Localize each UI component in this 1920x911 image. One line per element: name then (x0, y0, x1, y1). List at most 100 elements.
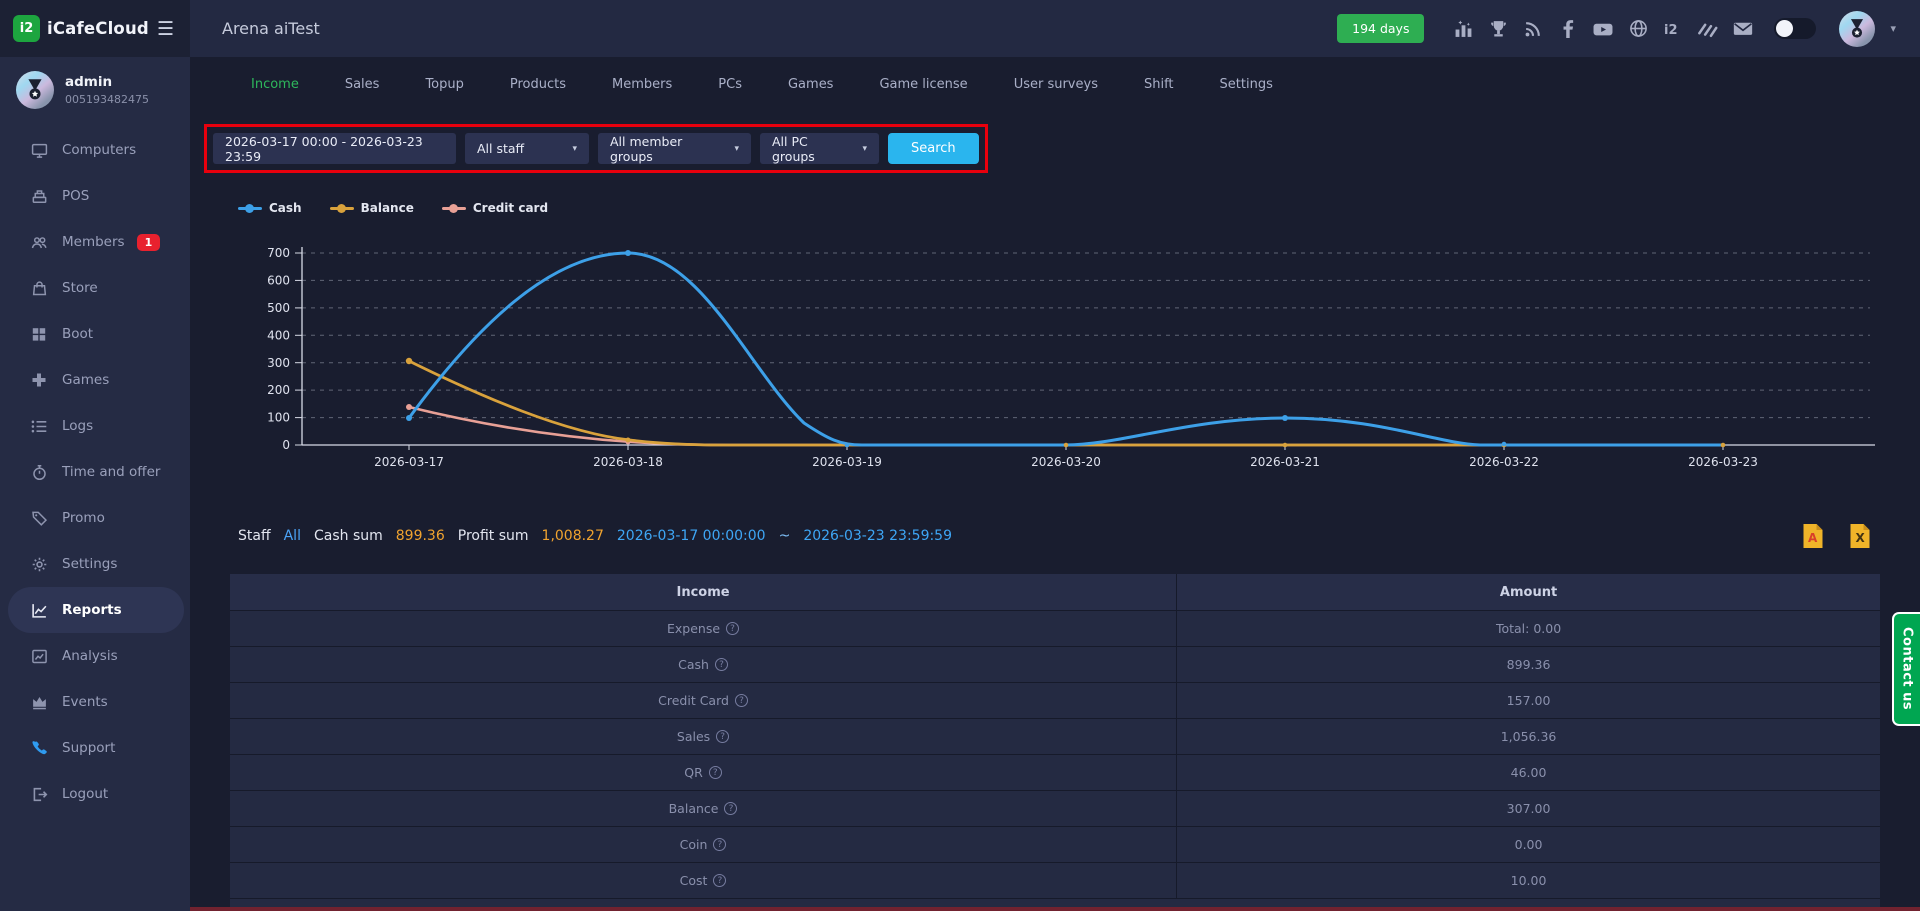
svg-text:400: 400 (267, 328, 290, 342)
help-icon[interactable]: ? (713, 838, 726, 851)
cash-sum-label: Cash sum (314, 528, 383, 544)
tab-products[interactable]: Products (487, 71, 589, 98)
sidebar-user-id: 005193482475 (65, 93, 149, 106)
stopwatch-icon (30, 463, 48, 481)
sidebar-item-events[interactable]: Events (0, 679, 190, 725)
sidebar-item-computers[interactable]: Computers (0, 127, 190, 173)
stack-icon[interactable] (1698, 19, 1718, 39)
avatar-chevron-down-icon[interactable]: ▾ (1890, 22, 1896, 35)
report-tabs: Income Sales Topup Products Members PCs … (190, 57, 1920, 98)
help-icon[interactable]: ? (726, 622, 739, 635)
sidebar-item-store[interactable]: Store (0, 265, 190, 311)
export-excel-icon[interactable]: X (1849, 523, 1871, 549)
svg-text:0: 0 (282, 438, 290, 452)
range-separator: ~ (779, 528, 791, 544)
svg-text:A: A (1808, 531, 1818, 545)
tab-settings[interactable]: Settings (1197, 71, 1296, 98)
profit-sum-value: 1,008.27 (542, 528, 604, 544)
help-icon[interactable]: ? (709, 766, 722, 779)
sidebar-item-promo[interactable]: Promo (0, 495, 190, 541)
help-icon[interactable]: ? (713, 874, 726, 887)
sidebar-item-analysis[interactable]: Analysis (0, 633, 190, 679)
sidebar-item-boot[interactable]: Boot (0, 311, 190, 357)
facebook-icon[interactable] (1558, 19, 1578, 39)
sidebar-item-logs[interactable]: Logs (0, 403, 190, 449)
trophy-icon[interactable] (1488, 19, 1508, 39)
chevron-down-icon: ▾ (734, 144, 739, 154)
user-avatar[interactable] (1839, 11, 1875, 47)
legend-item-cash[interactable]: Cash (238, 201, 302, 215)
topbar-actions: 194 days i2 (1337, 11, 1920, 47)
pc-groups-select[interactable]: All PC groups▾ (760, 133, 879, 164)
tab-user-surveys[interactable]: User surveys (991, 71, 1121, 98)
table-row-qr: QR? 46.00 (230, 755, 1880, 791)
globe-icon[interactable] (1628, 19, 1648, 39)
column-header-income: Income (230, 574, 1177, 610)
chart-legend: Cash Balance Credit card (238, 201, 548, 215)
table-row-sales: Sales? 1,056.36 (230, 719, 1880, 755)
svg-text:2026-03-17: 2026-03-17 (374, 455, 444, 469)
dark-mode-toggle[interactable] (1774, 18, 1816, 39)
tab-games[interactable]: Games (765, 71, 856, 98)
tab-sales[interactable]: Sales (322, 71, 403, 98)
sidebar-item-reports[interactable]: Reports (8, 587, 184, 633)
staff-select[interactable]: All staff▾ (465, 133, 589, 164)
leaderboard-icon[interactable] (1453, 19, 1473, 39)
balance-series-line (409, 361, 1723, 445)
sidebar-item-members[interactable]: Members 1 (0, 219, 190, 265)
search-button[interactable]: Search (888, 133, 979, 164)
income-table: Income Amount Expense? Total: 0.00 Cash?… (230, 574, 1880, 907)
date-range-input[interactable]: 2026-03-17 00:00 - 2026-03-23 23:59 (213, 133, 456, 164)
icafecloud-site-icon[interactable]: i2 (1663, 19, 1683, 39)
legend-item-credit-card[interactable]: Credit card (442, 201, 548, 215)
help-icon[interactable]: ? (735, 694, 748, 707)
svg-text:600: 600 (267, 274, 290, 288)
chart-line-icon (30, 601, 48, 619)
y-axis-labels: 0 100 200 300 400 500 600 700 (267, 246, 290, 452)
crown-icon (30, 693, 48, 711)
phone-icon (30, 739, 48, 757)
cash-series-marker (238, 204, 262, 213)
youtube-icon[interactable] (1593, 19, 1613, 39)
tab-topup[interactable]: Topup (402, 71, 486, 98)
table-row-partial (230, 899, 1880, 907)
sidebar-item-support[interactable]: Support (0, 725, 190, 771)
contact-us-button[interactable]: Contact us (1892, 612, 1920, 726)
toggle-knob (1776, 20, 1793, 37)
help-icon[interactable]: ? (716, 730, 729, 743)
tab-shift[interactable]: Shift (1121, 71, 1197, 98)
sidebar-item-settings[interactable]: Settings (0, 541, 190, 587)
app-window: i2 iCafeCloud ☰ Arena aiTest 194 days (0, 0, 1920, 911)
help-icon[interactable]: ? (724, 802, 737, 815)
svg-text:2026-03-19: 2026-03-19 (812, 455, 882, 469)
legend-item-balance[interactable]: Balance (330, 201, 414, 215)
sidebar-item-time-and-offer[interactable]: Time and offer (0, 449, 190, 495)
svg-text:2026-03-22: 2026-03-22 (1469, 455, 1539, 469)
sidebar-item-pos[interactable]: POS (0, 173, 190, 219)
x-axis-labels: 2026-03-17 2026-03-18 2026-03-19 2026-03… (374, 455, 1758, 469)
range-start-date[interactable]: 2026-03-17 00:00:00 (617, 528, 766, 544)
tab-members[interactable]: Members (589, 71, 695, 98)
members-count-badge: 1 (137, 234, 161, 251)
tab-income[interactable]: Income (228, 71, 322, 98)
users-icon (30, 233, 48, 251)
income-line-chart: 0 100 200 300 400 500 600 700 2026-03-17… (230, 233, 1890, 497)
rss-icon[interactable] (1523, 19, 1543, 39)
member-groups-select[interactable]: All member groups▾ (598, 133, 751, 164)
help-icon[interactable]: ? (715, 658, 728, 671)
export-pdf-icon[interactable]: A (1802, 523, 1824, 549)
sidebar-item-games[interactable]: Games (0, 357, 190, 403)
filter-bar-annotated: 2026-03-17 00:00 - 2026-03-23 23:59 All … (204, 124, 988, 173)
mail-icon[interactable] (1733, 19, 1753, 39)
hamburger-menu-icon[interactable]: ☰ (157, 18, 174, 40)
range-end-date[interactable]: 2026-03-23 23:59:59 (803, 528, 952, 544)
gamepad-icon (30, 371, 48, 389)
tab-game-license[interactable]: Game license (856, 71, 990, 98)
license-days-badge[interactable]: 194 days (1337, 14, 1424, 43)
chart-box-icon (30, 647, 48, 665)
sidebar-nav: Computers POS Members 1 Store Boot Ga (0, 127, 190, 817)
staff-filter-all[interactable]: All (284, 528, 301, 544)
sidebar-item-logout[interactable]: Logout (0, 771, 190, 817)
cash-register-icon (30, 187, 48, 205)
tab-pcs[interactable]: PCs (695, 71, 765, 98)
